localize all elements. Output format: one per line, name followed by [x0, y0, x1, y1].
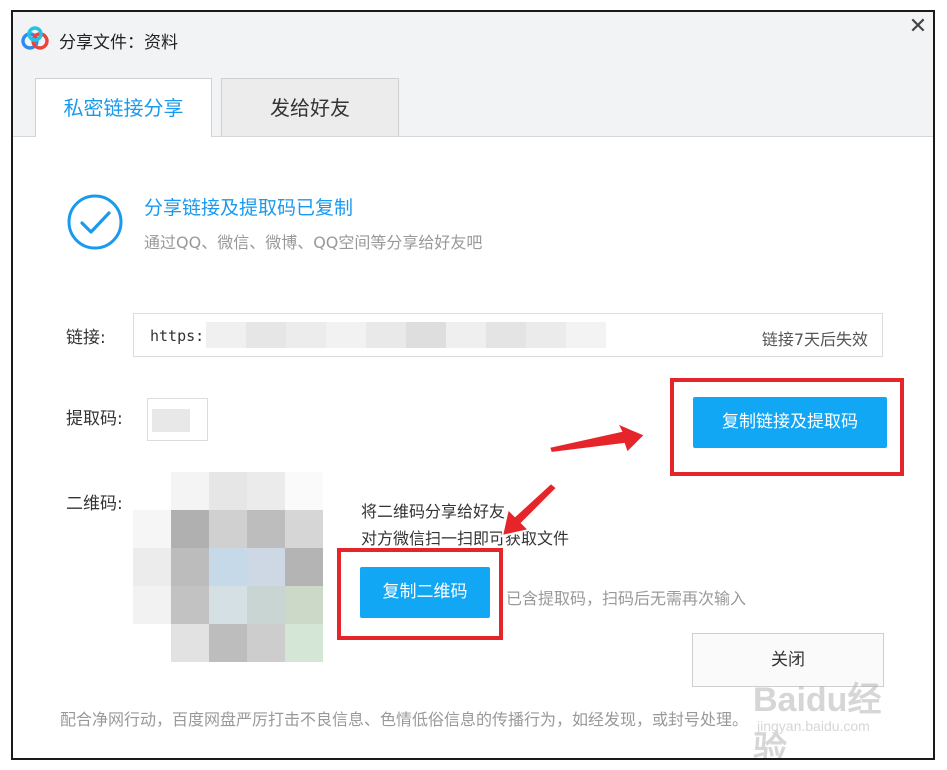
link-value: https: [150, 327, 205, 345]
link-label: 链接: [66, 328, 106, 348]
baidu-jingyan-watermark: Baidu经验 jingyan.baidu.com [753, 666, 913, 758]
extract-code-redacted-blur [152, 409, 190, 432]
window-title: 分享文件：资料 [59, 33, 178, 53]
qr-note: 已含提取码，扫码后无需再次输入 [506, 589, 747, 608]
highlight-box-copy-qr [337, 548, 503, 640]
extract-code-field[interactable] [147, 398, 208, 441]
link-field[interactable]: https: 链接7天后失效 [133, 313, 883, 357]
status-subtitle: 通过QQ、微信、微博、QQ空间等分享给好友吧 [144, 233, 483, 252]
tab-private-link-share[interactable]: 私密链接分享 [35, 78, 212, 137]
share-dialog: 分享文件：资料 ✕ 私密链接分享 发给好友 分享链接及提取码已复制 通过QQ、微… [11, 10, 935, 760]
title-bar: 分享文件：资料 ✕ [13, 12, 933, 66]
qr-share-hint: 将二维码分享给好友 [361, 502, 506, 521]
status-title: 分享链接及提取码已复制 [144, 197, 354, 219]
watermark-brand: Baidu经验 [753, 681, 882, 760]
highlight-box-copy-link [670, 378, 904, 476]
link-redacted-blur [206, 322, 606, 348]
link-expiry-text: 链接7天后失效 [761, 330, 868, 349]
close-icon[interactable]: ✕ [907, 16, 929, 38]
extract-code-label: 提取码: [66, 409, 123, 429]
tab-send-to-friends[interactable]: 发给好友 [221, 78, 399, 136]
qr-code-label: 二维码: [66, 494, 123, 514]
watermark-url: jingyan.baidu.com [757, 718, 870, 734]
check-circle-icon [67, 194, 123, 250]
tab-bar: 私密链接分享 发给好友 [13, 66, 933, 137]
footer-notice: 配合净网行动，百度网盘严厉打击不良信息、色情低俗信息的传播行为，如经发现，或封号… [60, 710, 749, 729]
qr-code-image [133, 472, 323, 662]
red-arrow-right-icon [547, 421, 647, 455]
qr-scan-hint: 对方微信扫一扫即可获取文件 [361, 529, 570, 548]
baidu-netdisk-logo-icon [21, 26, 49, 50]
